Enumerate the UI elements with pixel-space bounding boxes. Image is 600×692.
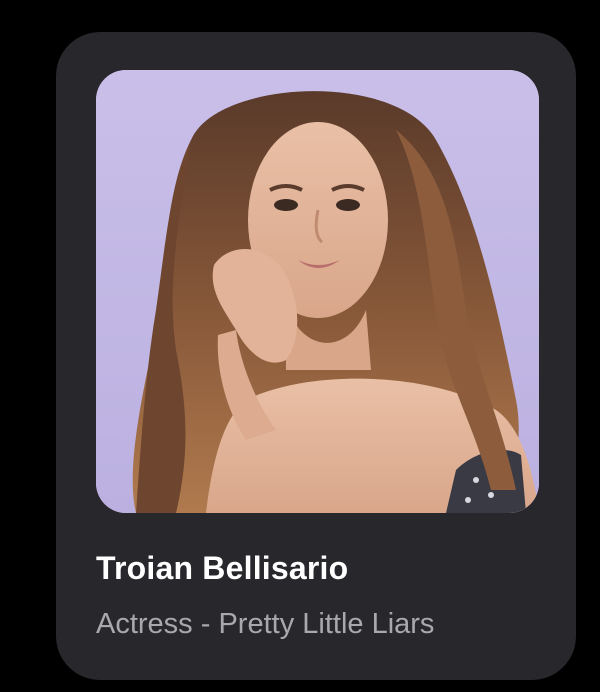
- profile-photo: [96, 70, 539, 513]
- profile-card[interactable]: Troian Bellisario Actress - Pretty Littl…: [56, 32, 576, 680]
- portrait-illustration: [96, 70, 539, 513]
- profile-name: Troian Bellisario: [96, 550, 349, 586]
- profile-subtitle: Actress - Pretty Little Liars: [96, 608, 435, 640]
